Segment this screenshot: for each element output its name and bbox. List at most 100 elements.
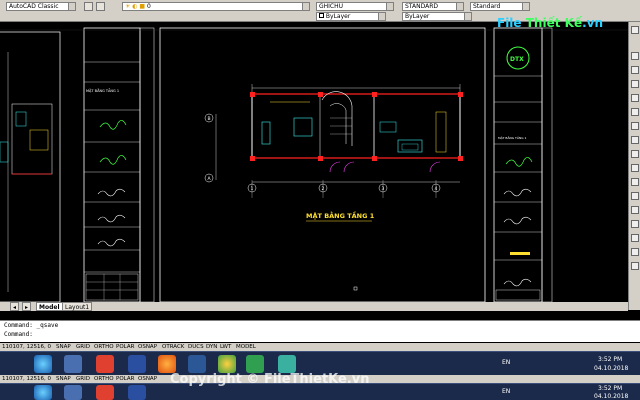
status-grid[interactable]: GRID — [76, 343, 90, 351]
word-icon[interactable] — [188, 355, 206, 373]
language-indicator[interactable]: EN — [502, 388, 510, 395]
title-block-column-1: MẶT BẰNG TẦNG 1 — [83, 27, 155, 303]
status-grid[interactable]: GRID — [76, 375, 90, 383]
modify-tool-icon[interactable] — [631, 150, 639, 158]
title-block-right: DTX MẶT BẰNG TẦNG 1 — [493, 27, 553, 303]
status-ortho[interactable]: ORTHO — [94, 343, 114, 351]
dropdown-arrow-icon[interactable] — [68, 3, 75, 10]
tab-model[interactable]: Model — [36, 302, 63, 311]
svg-text:DTX: DTX — [510, 56, 524, 63]
modify-tool-icon[interactable] — [631, 234, 639, 242]
modify-tool-icon[interactable] — [631, 94, 639, 102]
clock-date[interactable]: 04.10.2018 — [594, 393, 628, 400]
text-style-combo[interactable]: GHICHU — [316, 2, 394, 11]
file-explorer-icon[interactable] — [64, 355, 82, 373]
modify-tool-icon[interactable] — [631, 248, 639, 256]
layer-manager-icon[interactable] — [84, 2, 93, 11]
tab-next-icon[interactable]: ▸ — [22, 302, 32, 311]
dropdown-arrow-icon[interactable] — [456, 3, 463, 10]
command-window[interactable]: Command: _qsave Command: — [0, 320, 640, 342]
modify-tool-icon[interactable] — [631, 80, 639, 88]
table-style-combo[interactable]: Standard — [470, 2, 530, 11]
main-sheet-border — [159, 27, 486, 303]
status-model[interactable]: MODEL — [236, 343, 256, 351]
modify-tool-icon[interactable] — [631, 206, 639, 214]
status-dyn[interactable]: DYN — [206, 343, 217, 351]
autocad-taskbar-icon[interactable] — [96, 385, 114, 400]
command-prompt[interactable]: Command: — [0, 330, 640, 339]
scroll-up-icon[interactable] — [631, 26, 639, 34]
axis-number-4: 4 — [435, 186, 438, 192]
table-style-value: Standard — [473, 3, 501, 10]
modify-tool-icon[interactable] — [631, 178, 639, 186]
coordinate-readout: 110107, 12516, 0 — [2, 376, 51, 382]
layout-tabs: ◂ ▸ Model Layout1 — [0, 302, 628, 311]
tab-layout1[interactable]: Layout1 — [62, 302, 93, 311]
language-indicator[interactable]: EN — [502, 359, 510, 366]
dim-style-combo[interactable]: STANDARD — [402, 2, 464, 11]
status-ortho[interactable]: ORTHO — [94, 375, 114, 383]
drawing-svg: MẶT BẰNG TẦNG 1 B A 1 2 3 4 MẶT BẰNG TẦN… — [0, 27, 628, 303]
axis-number-2: 2 — [322, 186, 325, 192]
dropdown-arrow-icon[interactable] — [386, 3, 393, 10]
start-button-icon[interactable] — [34, 385, 52, 400]
axis-number-3: 3 — [382, 186, 385, 192]
brand-logo: File Thiết Kế.vn — [497, 16, 603, 30]
layer-combo[interactable]: ☀ ◐ ■ 0 — [122, 2, 310, 11]
clock-time[interactable]: 3:52 PM — [598, 385, 622, 392]
start-button-icon[interactable] — [34, 355, 52, 373]
linetype-combo[interactable]: ByLayer — [402, 12, 472, 21]
axis-letter-b: B — [208, 116, 211, 122]
brand-part-2: Thiết Kế — [525, 16, 583, 30]
brand-part-1: File — [497, 16, 522, 30]
drawing-canvas[interactable]: MẶT BẰNG TẦNG 1 B A 1 2 3 4 MẶT BẰNG TẦN… — [0, 22, 628, 310]
modify-tool-icon[interactable] — [631, 108, 639, 116]
status-otrack[interactable]: OTRACK — [162, 343, 184, 351]
dropdown-arrow-icon[interactable] — [464, 13, 471, 20]
coordinate-readout: 110107, 12516, 0 — [2, 344, 51, 350]
autocad-window: AutoCAD Classic ☀ ◐ ■ 0 GHICHU STANDARD … — [0, 0, 640, 400]
modify-tool-icon[interactable] — [631, 52, 639, 60]
modify-tool-icon[interactable] — [631, 220, 639, 228]
word-taskbar-icon[interactable] — [128, 355, 146, 373]
status-bar: 110107, 12516, 0 SNAP GRID ORTHO POLAR O… — [0, 343, 640, 351]
command-history-line: Command: _qsave — [4, 322, 59, 329]
status-polar[interactable]: POLAR — [116, 343, 134, 351]
modify-tool-icon[interactable] — [631, 192, 639, 200]
text-style-value: GHICHU — [319, 3, 344, 10]
firefox-icon[interactable] — [158, 355, 176, 373]
layer-state-icon[interactable] — [96, 2, 105, 11]
app-icon[interactable] — [246, 355, 264, 373]
layer-value: 0 — [147, 3, 151, 10]
tab-prev-icon[interactable]: ◂ — [10, 302, 20, 311]
status-ducs[interactable]: DUCS — [188, 343, 204, 351]
status-snap[interactable]: SNAP — [56, 343, 71, 351]
chrome-icon[interactable] — [218, 355, 236, 373]
word-taskbar-icon[interactable] — [128, 385, 146, 400]
right-tool-palette — [628, 22, 640, 310]
file-explorer-icon[interactable] — [64, 385, 82, 400]
status-osnap[interactable]: OSNAP — [138, 343, 157, 351]
status-polar[interactable]: POLAR — [116, 375, 134, 383]
status-lwt[interactable]: LWT — [220, 343, 231, 351]
dropdown-arrow-icon[interactable] — [302, 3, 309, 10]
color-combo[interactable]: ByLayer — [316, 12, 386, 21]
status-snap[interactable]: SNAP — [56, 375, 71, 383]
modify-tool-icon[interactable] — [631, 136, 639, 144]
modify-tool-icon[interactable] — [631, 122, 639, 130]
color-value: ByLayer — [325, 13, 351, 20]
modify-tool-icon[interactable] — [631, 164, 639, 172]
clock-time[interactable]: 3:52 PM — [598, 356, 622, 363]
autocad-file-icon[interactable] — [278, 355, 296, 373]
autocad-taskbar-icon[interactable] — [96, 355, 114, 373]
workspace-value: AutoCAD Classic — [9, 3, 59, 10]
brand-part-3: .vn — [582, 16, 604, 30]
modify-tool-icon[interactable] — [631, 66, 639, 74]
linetype-value: ByLayer — [405, 13, 430, 20]
workspace-combo[interactable]: AutoCAD Classic — [6, 2, 76, 11]
clock-date[interactable]: 04.10.2018 — [594, 365, 628, 372]
dropdown-arrow-icon[interactable] — [378, 13, 385, 20]
modify-tool-icon[interactable] — [631, 262, 639, 270]
dropdown-arrow-icon[interactable] — [522, 3, 529, 10]
status-osnap[interactable]: OSNAP — [138, 375, 157, 383]
